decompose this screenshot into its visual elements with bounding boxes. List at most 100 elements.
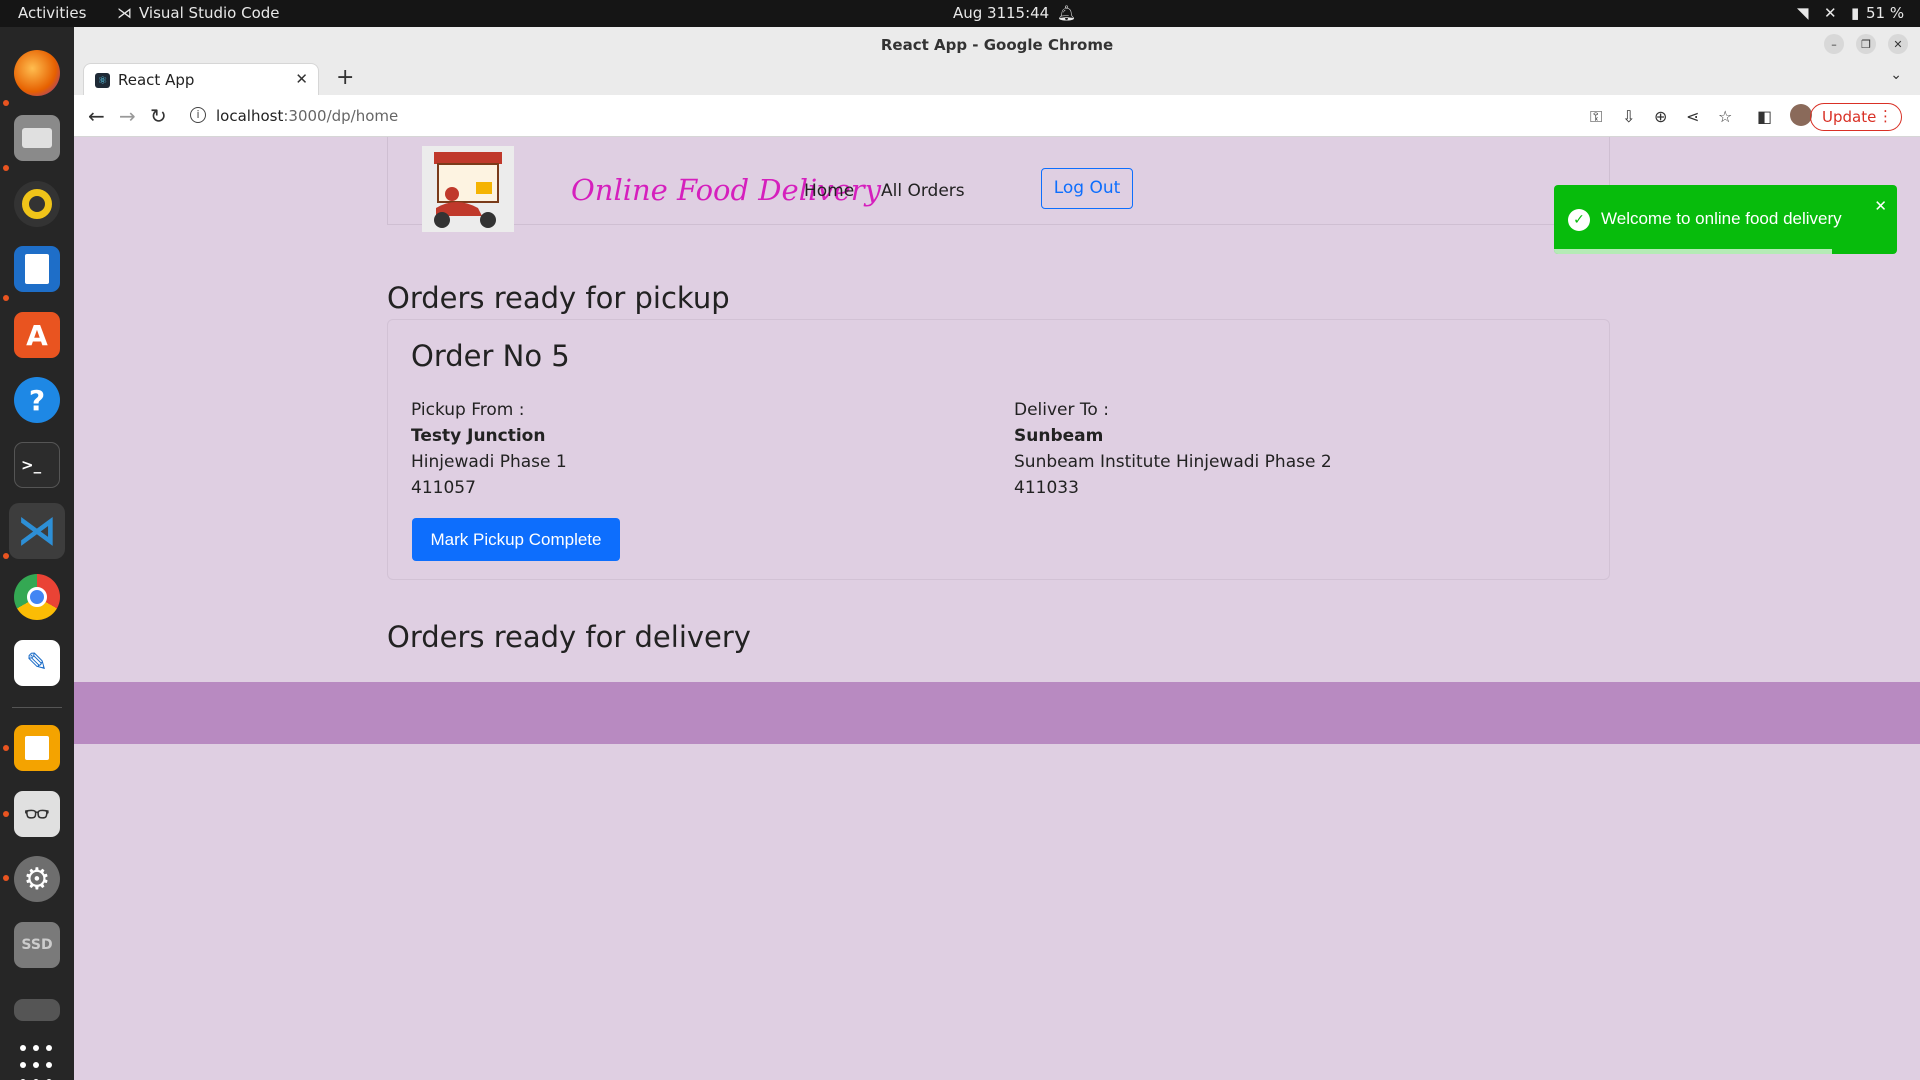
- address-bar[interactable]: i localhost:3000/dp/home: [182, 101, 1622, 131]
- tab-react-app[interactable]: ⚛ React App ✕: [83, 63, 319, 95]
- dock-impress[interactable]: [9, 720, 65, 776]
- deliver-pincode: 411033: [1014, 478, 1079, 498]
- dock-help[interactable]: ?: [9, 372, 65, 428]
- files-icon: [14, 115, 60, 161]
- pickup-section-title: Orders ready for pickup: [387, 281, 730, 315]
- chrome-icon: [14, 574, 60, 620]
- dock-chrome[interactable]: [9, 569, 65, 625]
- vscode-icon: ⋊: [17, 508, 57, 554]
- zoom-icon[interactable]: ⊕: [1654, 107, 1667, 126]
- deliver-label: Deliver To :: [1014, 400, 1109, 420]
- order-card: Order No 5 Pickup From : Testy Junction …: [387, 319, 1610, 580]
- dock-rhythmbox[interactable]: [9, 176, 65, 232]
- tab-search-chevron-icon[interactable]: ⌄: [1890, 67, 1902, 83]
- profile-avatar[interactable]: [1790, 104, 1812, 126]
- new-tab-button[interactable]: +: [336, 65, 354, 90]
- writer-icon: [14, 246, 60, 292]
- dock-text-editor[interactable]: ✎: [9, 635, 65, 691]
- dock-disk[interactable]: SSD: [9, 917, 65, 973]
- window-title: React App - Google Chrome: [880, 36, 1114, 54]
- settings-gear-icon: ⚙: [14, 856, 60, 902]
- activities-button[interactable]: Activities: [18, 4, 86, 22]
- application-dock: A ? >_ ⋊ ✎ 👓︎ ⚙ SSD: [0, 27, 74, 1080]
- dock-document-viewer[interactable]: 👓︎: [9, 786, 65, 842]
- document-viewer-icon: 👓︎: [14, 791, 60, 837]
- order-number: Order No 5: [411, 339, 570, 373]
- logout-button[interactable]: Log Out: [1041, 168, 1133, 209]
- success-check-icon: ✓: [1568, 209, 1590, 231]
- more-menu-icon: ⋮: [1878, 107, 1893, 125]
- pickup-address-block: Pickup From : Testy Junction Hinjewadi P…: [411, 397, 567, 501]
- forward-button[interactable]: →: [119, 104, 136, 128]
- toast-close-icon[interactable]: ✕: [1874, 197, 1887, 215]
- close-window-button[interactable]: ✕: [1888, 34, 1908, 54]
- chrome-window: React App - Google Chrome – ❐ ✕ ⚛ React …: [74, 27, 1920, 1080]
- dock-app-center[interactable]: A: [9, 307, 65, 363]
- password-key-icon[interactable]: ⚿: [1590, 107, 1602, 127]
- reload-button[interactable]: ↻: [150, 104, 167, 128]
- focused-app-menu[interactable]: Visual Studio Code: [139, 4, 280, 22]
- url-text[interactable]: localhost:3000/dp/home: [216, 107, 398, 125]
- url-host: localhost: [216, 107, 284, 125]
- pickup-restaurant-name: Testy Junction: [411, 426, 546, 446]
- dock-running-indicator: [3, 295, 9, 301]
- clock-time[interactable]: 15:44: [1006, 4, 1049, 22]
- delivery-section-title: Orders ready for delivery: [387, 620, 751, 654]
- tab-title: React App: [118, 71, 195, 89]
- minimize-button[interactable]: –: [1824, 34, 1844, 54]
- mark-pickup-complete-button[interactable]: Mark Pickup Complete: [412, 518, 620, 561]
- help-icon: ?: [14, 377, 60, 423]
- nav-home-link[interactable]: Home: [804, 181, 854, 201]
- rhythmbox-icon: [14, 181, 60, 227]
- bookmark-star-icon[interactable]: ☆: [1718, 107, 1732, 126]
- impress-icon: [14, 725, 60, 771]
- dock-trash[interactable]: [9, 982, 65, 1038]
- text-editor-icon: ✎: [14, 640, 60, 686]
- terminal-icon: >_: [14, 442, 60, 488]
- update-label: Update: [1822, 108, 1877, 126]
- pickup-address: Hinjewadi Phase 1: [411, 452, 567, 472]
- tab-close-icon[interactable]: ✕: [295, 70, 308, 88]
- volume-muted-icon[interactable]: ✕: [1824, 4, 1837, 22]
- dock-settings[interactable]: ⚙: [9, 851, 65, 907]
- clock-date[interactable]: Aug 31: [953, 4, 1006, 22]
- tab-strip: ⚛ React App ✕ + ⌄: [74, 61, 1920, 95]
- deliver-address: Sunbeam Institute Hinjewadi Phase 2: [1014, 452, 1332, 472]
- show-applications-button[interactable]: [9, 1037, 65, 1080]
- disk-label: SSD: [21, 937, 53, 953]
- delivery-address-block: Deliver To : Sunbeam Sunbeam Institute H…: [1014, 397, 1332, 501]
- dock-vscode[interactable]: ⋊: [9, 503, 65, 559]
- install-app-icon[interactable]: ⇩: [1622, 107, 1635, 126]
- dock-files[interactable]: [9, 110, 65, 166]
- deliver-customer-name: Sunbeam: [1014, 426, 1104, 446]
- browser-toolbar: ← → ↻ i localhost:3000/dp/home ⚿ ⇩ ⊕ ⋖ ☆…: [74, 95, 1920, 137]
- dock-terminal[interactable]: >_: [9, 437, 65, 493]
- nav-all-orders-link[interactable]: All Orders: [881, 181, 965, 201]
- trash-icon: [14, 999, 60, 1021]
- side-panel-icon[interactable]: ◧: [1757, 107, 1772, 126]
- notification-bell-icon[interactable]: 🔔︎: [1057, 4, 1076, 22]
- dock-separator: [12, 707, 62, 708]
- pickup-label: Pickup From :: [411, 400, 525, 420]
- app-grid-icon: [14, 1042, 60, 1080]
- app-center-icon: A: [14, 312, 60, 358]
- site-info-icon[interactable]: i: [190, 107, 206, 123]
- page-footer: [74, 682, 1920, 744]
- share-icon[interactable]: ⋖: [1686, 107, 1699, 126]
- toast-message: Welcome to online food delivery: [1601, 209, 1842, 228]
- maximize-button[interactable]: ❐: [1856, 34, 1876, 54]
- dock-writer[interactable]: [9, 241, 65, 297]
- welcome-toast[interactable]: ✓ Welcome to online food delivery ✕: [1554, 185, 1897, 254]
- firefox-icon: [14, 50, 60, 96]
- back-button[interactable]: ←: [88, 104, 105, 128]
- system-top-bar: Activities ⋊ Visual Studio Code Aug 31 1…: [0, 0, 1920, 27]
- wifi-icon[interactable]: ◥: [1797, 4, 1809, 22]
- battery-icon[interactable]: ▮: [1851, 4, 1859, 22]
- dock-running-indicator: [3, 100, 9, 106]
- dock-firefox[interactable]: [9, 45, 65, 101]
- update-button[interactable]: Update ⋮: [1810, 103, 1902, 131]
- dock-running-indicator: [3, 165, 9, 171]
- food-delivery-logo[interactable]: [422, 146, 514, 232]
- react-favicon-icon: ⚛: [95, 73, 110, 88]
- window-titlebar[interactable]: React App - Google Chrome – ❐ ✕: [74, 27, 1920, 61]
